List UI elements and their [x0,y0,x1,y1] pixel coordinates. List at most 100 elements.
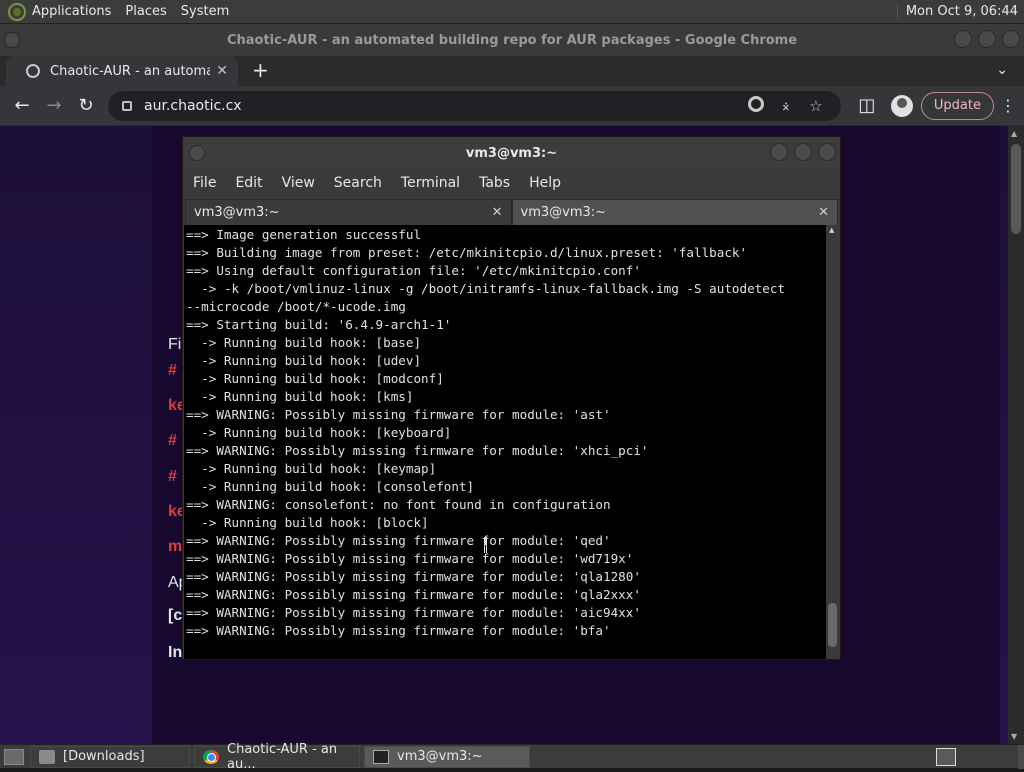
text-cursor-icon [484,537,487,553]
panel-edge [1018,745,1024,769]
terminal-line: ==> WARNING: Possibly missing firmware f… [186,407,611,422]
terminal-line: -> Running build hook: [modconf] [186,371,444,386]
tab-search-chevron-icon[interactable]: ⌄ [996,62,1008,78]
terminal-tab-1[interactable]: vm3@vm3:~ ✕ [185,199,512,225]
terminal-line: ==> WARNING: Possibly missing firmware f… [186,569,641,584]
terminal-line: ==> Image generation successful [186,227,422,242]
task-terminal[interactable]: vm3@vm3:~ [364,745,530,768]
menu-applications[interactable]: Applications [32,4,111,19]
terminal-line: -> -k /boot/vmlinuz-linux -g /boot/initr… [186,281,785,296]
terminal-icon [373,749,389,764]
chrome-icon [203,749,219,764]
page-text-fragment: [c [168,607,183,624]
terminal-close-button[interactable] [818,143,836,161]
terminal-menubar: File Edit View Search Terminal Tabs Help [183,169,840,197]
google-lens-icon[interactable] [741,95,771,116]
window-menu-button[interactable] [4,32,20,48]
terminal-menu-tabs[interactable]: Tabs [479,175,510,191]
page-scrollbar[interactable]: ▲ ▼ [1008,126,1024,744]
bookmark-star-icon[interactable]: ☆ [801,97,831,115]
terminal-menu-file[interactable]: File [193,175,216,191]
scroll-up-icon[interactable]: ▲ [1011,129,1017,138]
task-chrome[interactable]: Chaotic-AUR - an au... [194,742,360,772]
terminal-tab-bar: vm3@vm3:~ ✕ vm3@vm3:~ ✕ [183,197,840,225]
new-tab-button[interactable]: + [252,56,269,86]
page-code-fragment: m [168,538,183,555]
distro-logo-icon[interactable] [8,2,26,21]
terminal-tab-close-icon[interactable]: ✕ [818,205,829,220]
terminal-scroll-thumb[interactable] [828,603,837,647]
page-code-fragment: # [168,468,177,485]
profile-avatar-icon[interactable] [890,94,913,117]
terminal-window-controls [770,143,836,161]
top-panel: Applications Places System Mon Oct 9, 06… [0,0,1024,24]
terminal-tab-label: vm3@vm3:~ [194,205,280,220]
terminal-tab-close-icon[interactable]: ✕ [492,205,503,220]
terminal-menu-search[interactable]: Search [334,175,382,191]
terminal-menu-view[interactable]: View [282,175,315,191]
share-icon[interactable]: ⨰ [771,97,801,115]
terminal-scroll-up-icon[interactable]: ▲ [829,226,834,234]
browser-tab[interactable]: Chaotic-AUR - an automated b ✕ [6,56,238,86]
terminal-line: ==> Building image from preset: /etc/mki… [186,245,748,260]
task-label: vm3@vm3:~ [397,749,483,764]
lock-icon[interactable] [122,100,132,111]
terminal-scrollbar[interactable]: ▲ [826,225,839,659]
scroll-thumb[interactable] [1011,144,1021,234]
terminal-menu-help[interactable]: Help [529,175,561,191]
workspace-switcher[interactable] [936,748,956,766]
chrome-titlebar[interactable]: Chaotic-AUR - an automated building repo… [0,24,1024,56]
minimize-button[interactable] [954,30,972,48]
browser-toolbar: ← → ↻ aur.chaotic.cx ⨰ ☆ ◫ Update ⋮ [0,86,1024,126]
side-panel-icon[interactable]: ◫ [851,90,883,122]
terminal-line: -> Running build hook: [keymap] [186,461,437,476]
bottom-taskbar: [Downloads] Chaotic-AUR - an au... vm3@v… [0,742,1024,772]
more-menu-icon[interactable]: ⋮ [998,96,1018,115]
terminal-line: -> Running build hook: [base] [186,335,422,350]
terminal-line: ==> Starting build: '6.4.9-arch1-1' [186,317,452,332]
terminal-window-menu-button[interactable] [189,145,205,161]
forward-arrow-icon[interactable]: → [38,90,70,122]
favicon-icon [26,64,40,78]
close-button[interactable] [1002,30,1020,48]
chrome-window-title: Chaotic-AUR - an automated building repo… [226,32,798,48]
clock[interactable]: Mon Oct 9, 06:44 [896,4,1018,19]
show-desktop-icon[interactable] [4,748,24,765]
terminal-window: vm3@vm3:~ File Edit View Search Terminal… [182,136,841,660]
terminal-line: ==> Using default configuration file: '/… [186,263,641,278]
terminal-line: ==> WARNING: Possibly missing firmware f… [186,587,641,602]
terminal-output[interactable]: ==> Image generation successful ==> Build… [184,225,826,659]
task-label: [Downloads] [63,749,145,764]
terminal-line: -> Running build hook: [kms] [186,389,414,404]
terminal-maximize-button[interactable] [794,143,812,161]
tab-label: Chaotic-AUR - an automated b [50,63,211,79]
page-heading-fragment: In [168,644,183,661]
terminal-line: ==> WARNING: Possibly missing firmware f… [186,623,611,638]
terminal-minimize-button[interactable] [770,143,788,161]
tab-close-icon[interactable]: ✕ [216,63,228,79]
terminal-line: -> Running build hook: [consolefont] [186,479,475,494]
menu-system[interactable]: System [181,4,229,19]
address-bar[interactable]: aur.chaotic.cx ⨰ ☆ [108,90,841,121]
terminal-line: -> Running build hook: [udev] [186,353,422,368]
back-arrow-icon[interactable]: ← [6,90,38,122]
reload-icon[interactable]: ↻ [70,90,102,122]
terminal-line: ==> WARNING: Possibly missing firmware f… [186,443,649,458]
task-downloads[interactable]: [Downloads] [30,745,190,768]
scroll-down-icon[interactable]: ▼ [1011,732,1017,741]
terminal-line: ==> WARNING: consolefont: no font found … [186,497,611,512]
maximize-button[interactable] [978,30,996,48]
terminal-line: ==> WARNING: Possibly missing firmware f… [186,551,634,566]
update-button[interactable]: Update [920,91,994,120]
terminal-titlebar[interactable]: vm3@vm3:~ [183,137,840,169]
menu-places[interactable]: Places [125,4,166,19]
url-text[interactable]: aur.chaotic.cx [144,98,741,114]
page-code-fragment: # [168,432,177,449]
terminal-line: --microcode /boot/*-ucode.img [186,299,406,314]
terminal-tab-2[interactable]: vm3@vm3:~ ✕ [511,199,838,225]
terminal-menu-terminal[interactable]: Terminal [401,175,460,191]
terminal-line: -> Running build hook: [keyboard] [186,425,452,440]
terminal-menu-edit[interactable]: Edit [235,175,262,191]
folder-icon [39,749,55,764]
terminal-window-title: vm3@vm3:~ [465,145,558,161]
